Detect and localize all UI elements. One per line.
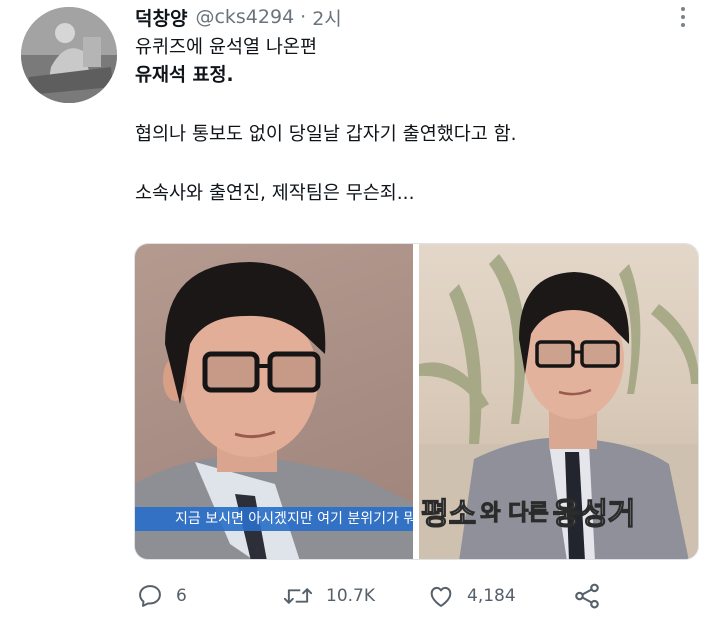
avatar[interactable] (21, 7, 117, 103)
share-icon (575, 583, 599, 609)
image-2-caption-b: 와 다른 (480, 501, 549, 527)
image-2-caption-a: 평소 (420, 496, 477, 532)
like-button[interactable]: 4,184 (427, 580, 516, 612)
reply-button[interactable]: 6 (136, 580, 187, 612)
user-display-name[interactable]: 덕창양 (135, 4, 187, 31)
tweet-timestamp[interactable]: 2시 (312, 4, 342, 31)
tweet-line-1: 유퀴즈에 윤석열 나온편 (135, 37, 317, 58)
retweet-icon (283, 588, 313, 604)
tweet-media: 지금 보시면 아시겠지만 여기 분위기가 뭐 평소 와 다른 웅성거 (134, 243, 699, 560)
retweet-button[interactable]: 10.7K (282, 580, 375, 612)
tweet-line-3: 협의나 통보도 없이 당일날 갑자기 출연했다고 함. (135, 124, 517, 145)
heart-icon (430, 586, 452, 607)
tweet-actions: 6 10.7K 4,184 (0, 580, 720, 612)
media-image-1[interactable]: 지금 보시면 아시겠지만 여기 분위기가 뭐 (135, 244, 413, 559)
reply-count: 6 (176, 586, 187, 606)
tweet-header: 덕창양 @cks4294 · 2시 (135, 4, 342, 30)
reply-icon (139, 585, 161, 607)
image-1-subtitle: 지금 보시면 아시겠지만 여기 분위기가 뭐 (135, 507, 413, 531)
more-options-icon[interactable] (676, 4, 690, 30)
tweet-line-2: 유재석 표정. (135, 65, 234, 86)
user-handle[interactable]: @cks4294 (195, 6, 294, 28)
retweet-count: 10.7K (326, 586, 375, 606)
image-2-subtitle: 평소 와 다른 웅성거 (419, 487, 698, 535)
media-image-2[interactable]: 평소 와 다른 웅성거 (419, 244, 698, 559)
tweet-body: 유퀴즈에 윤석열 나온편 유재석 표정. 협의나 통보도 없이 당일날 갑자기 … (135, 34, 695, 208)
avatar-image (21, 7, 117, 103)
like-count: 4,184 (467, 586, 516, 606)
share-button[interactable] (572, 580, 602, 612)
tweet-line-4: 소속사와 출연진, 제작팀은 무슨죄... (135, 183, 415, 204)
image-2-caption-c: 웅성거 (552, 496, 636, 532)
separator-dot: · (300, 6, 307, 28)
